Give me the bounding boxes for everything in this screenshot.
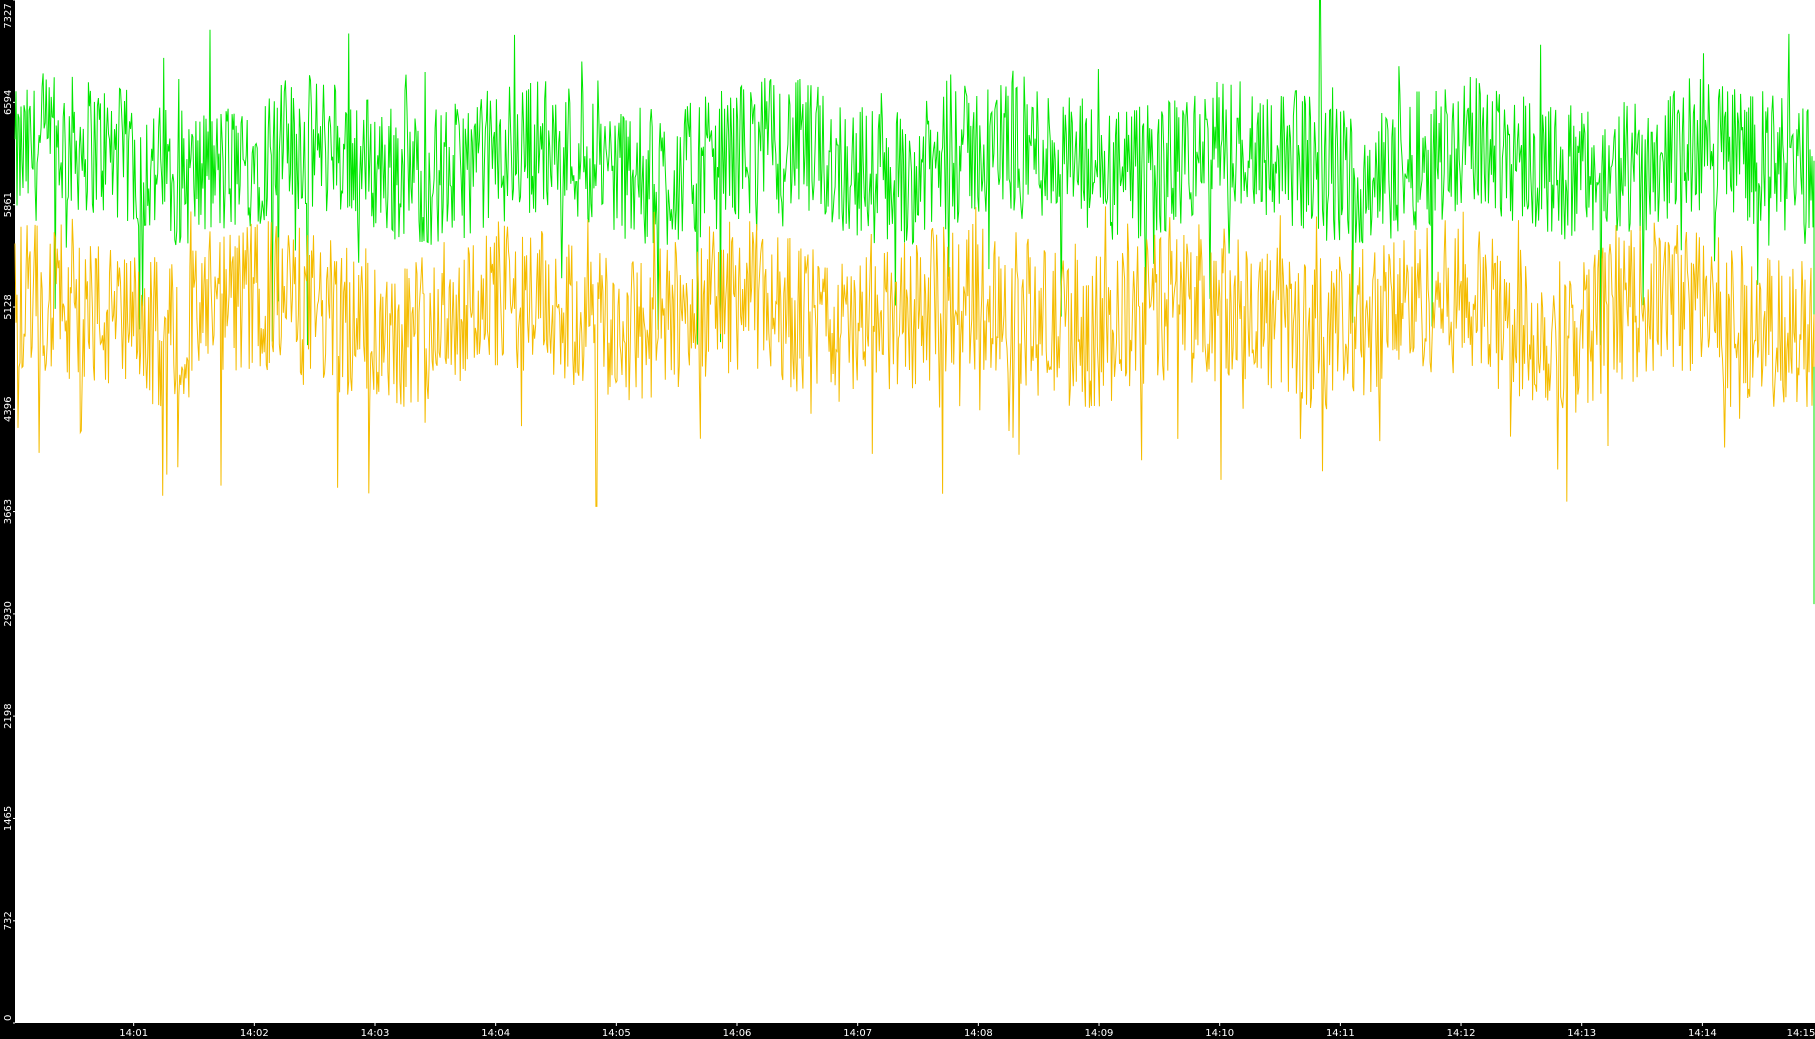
- chart: 0 732 1465 2198 2930 3663 4396 5128 5861 6594 7327…: [0, 0, 1815, 1039]
- y-tick-label: 2198: [3, 703, 14, 728]
- x-tick-label: 14:10: [1205, 1028, 1234, 1039]
- y-tick-label: 5128: [3, 294, 14, 319]
- y-tick-label: 4396: [3, 397, 14, 422]
- y-tick-label: 2930: [3, 601, 14, 626]
- x-tick-label: 14:04: [481, 1028, 510, 1039]
- x-tick-label: 14:05: [602, 1028, 631, 1039]
- x-tick-label: 14:11: [1326, 1028, 1355, 1039]
- y-tick-label: 0: [3, 1015, 14, 1021]
- x-tick-label: 14:06: [723, 1028, 752, 1039]
- y-tick-label: 7327: [3, 3, 14, 28]
- y-tick-label: 6594: [3, 90, 14, 115]
- x-tick-label: 14:02: [240, 1028, 269, 1039]
- x-tick-label: 14:03: [361, 1028, 390, 1039]
- x-tick-label: 14:13: [1567, 1028, 1596, 1039]
- y-tick-label: 3663: [3, 499, 14, 524]
- x-tick-label: 14:01: [119, 1028, 148, 1039]
- x-tick-label: 14:12: [1447, 1028, 1476, 1039]
- y-tick-label: 5861: [3, 192, 14, 217]
- x-tick-label: 14:09: [1085, 1028, 1114, 1039]
- x-tick-label: 14:14: [1688, 1028, 1717, 1039]
- y-tick-label: 1465: [3, 806, 14, 831]
- x-tick-label: 14:15: [1787, 1028, 1815, 1039]
- y-tick-label: 732: [3, 911, 14, 930]
- x-tick-label: 14:07: [843, 1028, 872, 1039]
- x-tick-label: 14:08: [964, 1028, 993, 1039]
